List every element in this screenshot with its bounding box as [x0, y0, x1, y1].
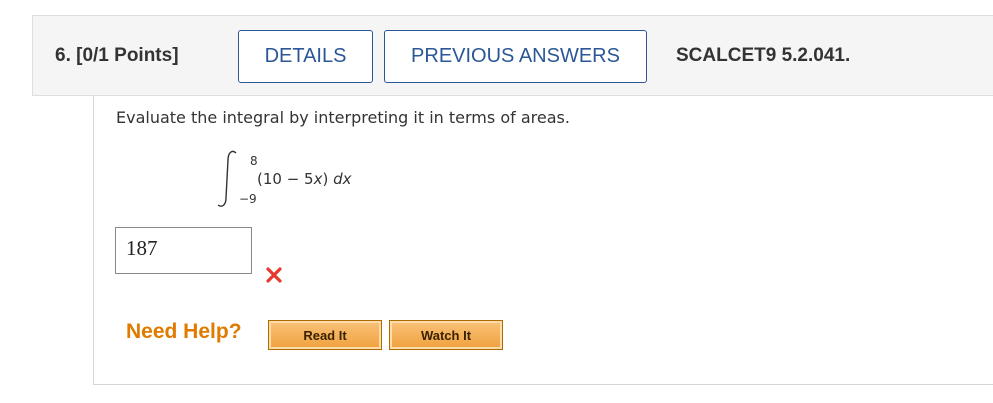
- watch-it-button[interactable]: Watch It: [389, 320, 503, 350]
- integrand-open: (10 − 5: [257, 170, 314, 188]
- integrand-close: ): [322, 170, 334, 188]
- question-number-points: 6. [0/1 Points]: [55, 45, 179, 66]
- integral-differential: dx: [333, 170, 352, 188]
- answer-input[interactable]: 187: [115, 227, 252, 274]
- question-body: Evaluate the integral by interpreting it…: [93, 96, 993, 385]
- question-prompt: Evaluate the integral by interpreting it…: [116, 108, 570, 127]
- details-button[interactable]: DETAILS: [238, 30, 373, 83]
- integrand: (10 − 5x) dx: [257, 170, 352, 188]
- question-header: 6. [0/1 Points] DETAILS PREVIOUS ANSWERS…: [32, 15, 993, 96]
- previous-answers-button[interactable]: PREVIOUS ANSWERS: [384, 30, 647, 83]
- integral-lower-limit: −9: [239, 192, 257, 206]
- integral-upper-limit: 8: [250, 154, 258, 168]
- x-mark-icon: [266, 267, 282, 283]
- read-it-button[interactable]: Read It: [268, 320, 382, 350]
- integral-sign-icon: [217, 150, 237, 207]
- question-page: 6. [0/1 Points] DETAILS PREVIOUS ANSWERS…: [0, 0, 993, 403]
- problem-source-code: SCALCET9 5.2.041.: [676, 45, 851, 66]
- need-help-label: Need Help?: [126, 320, 242, 343]
- integral-expression: 8 −9 (10 − 5x) dx: [212, 148, 412, 218]
